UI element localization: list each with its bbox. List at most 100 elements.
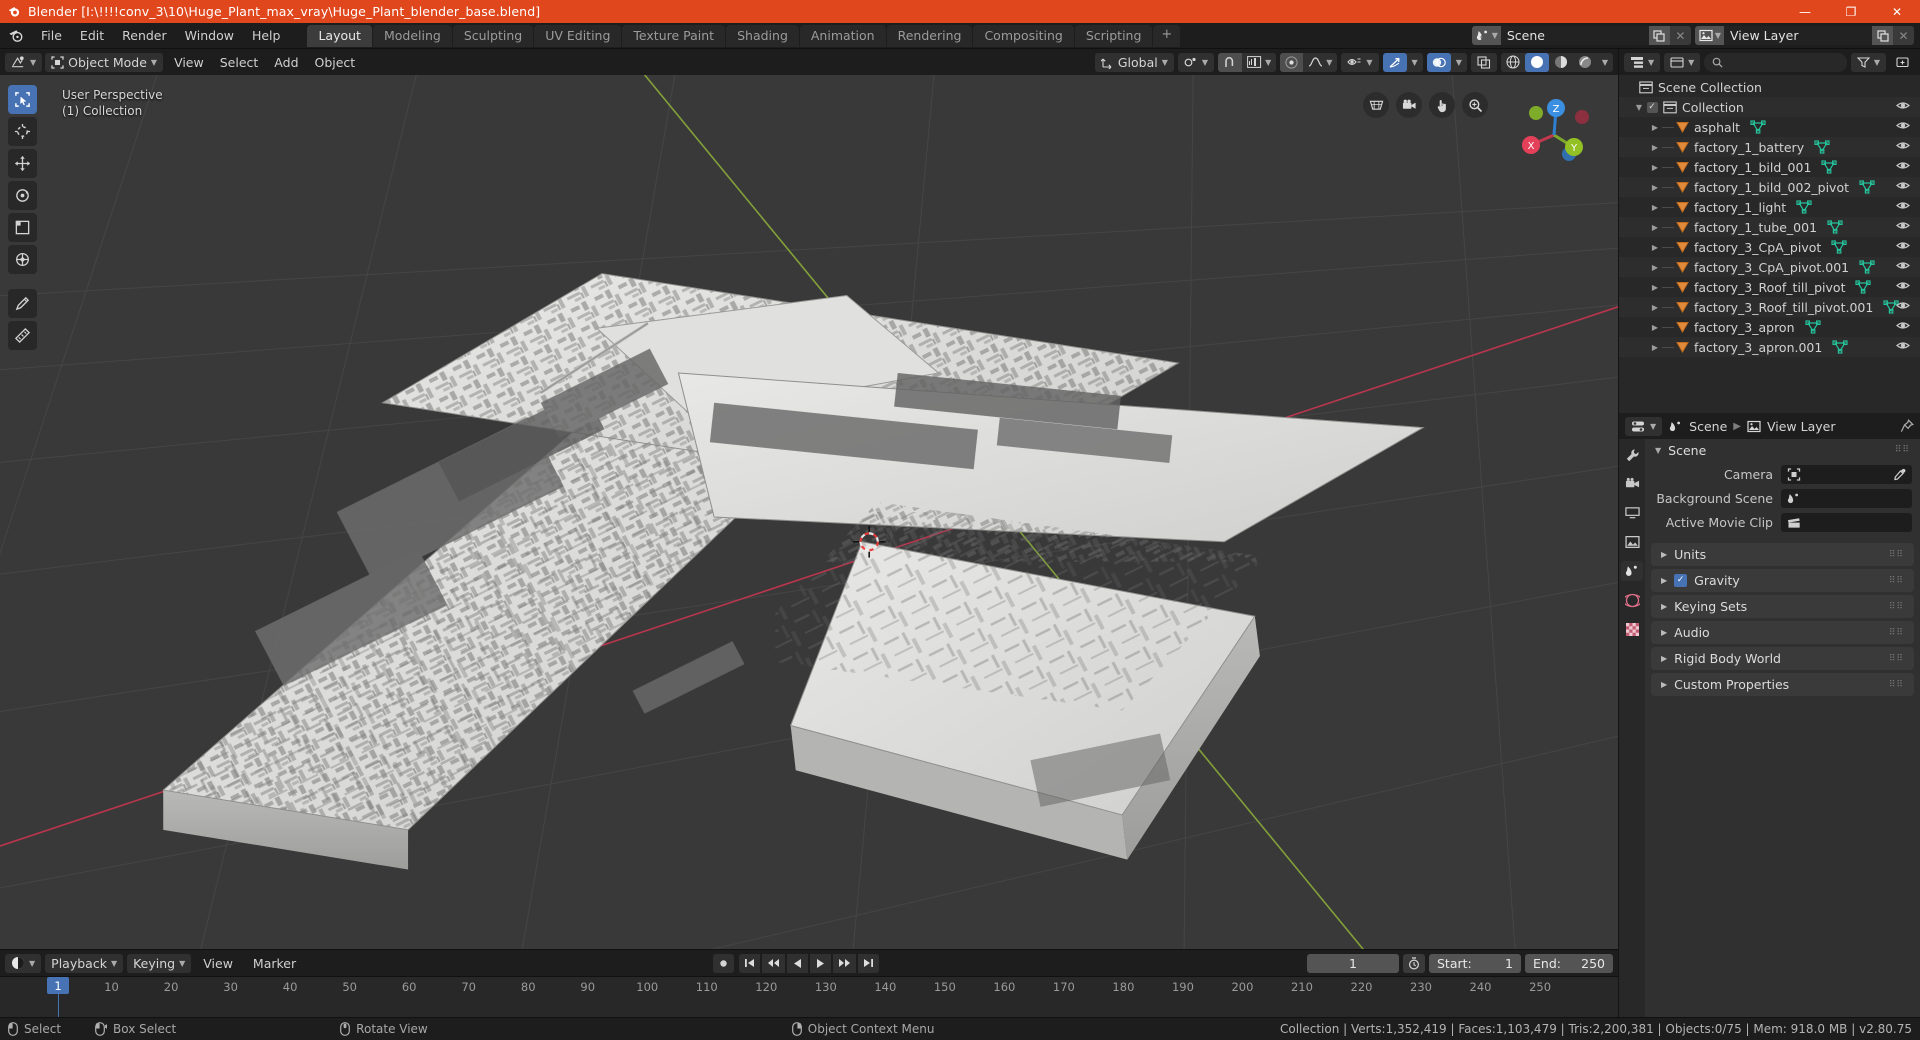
outliner-editor-type-selector[interactable]: ▼ — [1624, 52, 1661, 72]
outliner-row-object[interactable]: ▶ factory_3_Roof_till_pivot.001 — [1619, 297, 1920, 317]
current-frame-field[interactable]: 1 — [1307, 953, 1399, 973]
property-section-header[interactable]: ▶ ✓ Gravity ⠿⠿ — [1651, 569, 1914, 592]
disclosure-triangle-icon[interactable]: ▶ — [1661, 628, 1667, 637]
add-workspace-button[interactable]: + — [1153, 24, 1181, 47]
show-overlays-toggle[interactable] — [1426, 52, 1451, 72]
outliner-display-mode-selector[interactable]: ▼ — [1664, 52, 1701, 72]
blender-logo-icon[interactable] — [6, 27, 26, 45]
workspace-tab-modeling[interactable]: Modeling — [372, 24, 452, 47]
xray-toggle-button[interactable] — [1470, 52, 1497, 72]
disclosure-triangle-icon[interactable]: ▼ — [1633, 103, 1645, 112]
visibility-eye-icon[interactable] — [1896, 160, 1910, 171]
breadcrumb-scene-label[interactable]: Scene — [1689, 419, 1727, 434]
outliner-row-object[interactable]: ▶ factory_1_light — [1619, 197, 1920, 217]
pin-id-button[interactable] — [1900, 419, 1914, 433]
properties-tab-scene[interactable] — [1621, 561, 1643, 581]
disclosure-triangle-icon[interactable]: ▶ — [1649, 263, 1661, 272]
mesh-data-icon[interactable] — [1804, 320, 1822, 334]
disclosure-triangle-icon[interactable]: ▶ — [1661, 602, 1667, 611]
properties-tab-texture[interactable] — [1621, 619, 1643, 639]
interaction-mode-selector[interactable]: Object Mode ▼ — [45, 52, 164, 72]
shading-options-selector[interactable]: ▼ — [1597, 53, 1613, 72]
shading-rendered-button[interactable] — [1573, 53, 1597, 72]
visibility-eye-icon[interactable] — [1896, 300, 1910, 311]
workspace-tab-shading[interactable]: Shading — [726, 24, 799, 47]
timeline-menu-marker[interactable]: Marker — [245, 954, 304, 973]
pivot-point-selector[interactable]: ▼ — [1177, 52, 1215, 72]
visibility-eye-icon[interactable] — [1896, 180, 1910, 191]
3d-viewport[interactable]: User Perspective (1) Collection X Y Z — [0, 75, 1618, 949]
disclosure-triangle-icon[interactable]: ▶ — [1649, 123, 1661, 132]
snap-target-selector[interactable]: ▼ — [1242, 53, 1276, 72]
disclosure-triangle-icon[interactable]: ▶ — [1649, 203, 1661, 212]
mesh-data-icon[interactable] — [1859, 180, 1876, 194]
visibility-eye-icon[interactable] — [1896, 100, 1910, 111]
shading-solid-button[interactable] — [1524, 52, 1549, 72]
outliner-search-input[interactable] — [1704, 52, 1847, 72]
outliner-row-object[interactable]: ▶ asphalt — [1619, 117, 1920, 137]
breadcrumb-view-layer-label[interactable]: View Layer — [1767, 419, 1836, 434]
editor-type-selector[interactable]: ▼ — [5, 52, 43, 72]
viewport-menu-select[interactable]: Select — [212, 53, 267, 72]
disclosure-triangle-icon[interactable]: ▶ — [1649, 143, 1661, 152]
visibility-eye-icon[interactable] — [1896, 320, 1910, 331]
timeline-menu-playback[interactable]: Playback ▼ — [45, 953, 124, 973]
shading-wireframe-button[interactable] — [1501, 53, 1525, 72]
property-section-header[interactable]: ▶ Custom Properties ⠿⠿ — [1651, 673, 1914, 696]
workspace-tab-texture-paint[interactable]: Texture Paint — [622, 24, 726, 47]
jump-to-end-button[interactable] — [858, 953, 879, 973]
properties-tab-view-layer[interactable] — [1621, 532, 1643, 552]
property-section-header[interactable]: ▶ Units ⠿⠿ — [1651, 543, 1914, 566]
gizmo-options-selector[interactable]: ▼ — [1407, 53, 1423, 72]
auto-keyframe-icon[interactable] — [1403, 953, 1425, 973]
scene-unlink-button[interactable]: ✕ — [1669, 26, 1691, 45]
visibility-eye-icon[interactable] — [1896, 280, 1910, 291]
outliner-row-object[interactable]: ▶ factory_3_apron.001 — [1619, 337, 1920, 357]
property-section-header[interactable]: ▶ Audio ⠿⠿ — [1651, 621, 1914, 644]
eyedropper-icon[interactable] — [1893, 468, 1906, 481]
view-layer-remove-button[interactable]: ✕ — [1893, 26, 1914, 45]
snap-toggle-button[interactable] — [1218, 52, 1243, 72]
visibility-eye-icon[interactable] — [1896, 260, 1910, 271]
shading-material-preview-button[interactable] — [1549, 53, 1573, 72]
view-layer-icon[interactable]: ▼ — [1694, 26, 1724, 45]
timeline-menu-view[interactable]: View — [195, 954, 241, 973]
outliner-row-scene-collection[interactable]: Scene Collection — [1619, 77, 1920, 97]
disclosure-triangle-icon[interactable]: ▶ — [1661, 680, 1667, 689]
visibility-eye-icon[interactable] — [1896, 220, 1910, 231]
property-section-header[interactable]: ▶ Rigid Body World ⠿⠿ — [1651, 647, 1914, 670]
menu-help[interactable]: Help — [243, 26, 290, 45]
visibility-eye-icon[interactable] — [1896, 240, 1910, 251]
outliner-row-object[interactable]: ▶ factory_3_apron — [1619, 317, 1920, 337]
maximize-button[interactable]: ❐ — [1828, 0, 1874, 23]
tool-annotate-icon[interactable] — [8, 289, 37, 318]
mesh-data-icon[interactable] — [1814, 140, 1831, 154]
play-reverse-button[interactable] — [787, 953, 808, 973]
outliner-tree[interactable]: Scene Collection ▼ ✓ Collection ▶ asphalt ▶ fac… — [1619, 75, 1920, 413]
pan-view-icon[interactable] — [1429, 92, 1455, 118]
mesh-data-icon[interactable] — [1832, 340, 1849, 354]
jump-to-start-button[interactable] — [739, 953, 760, 973]
mesh-data-icon[interactable] — [1796, 200, 1813, 214]
workspace-tab-rendering[interactable]: Rendering — [886, 24, 973, 47]
menu-render[interactable]: Render — [113, 26, 176, 45]
scene-selector[interactable]: ▼ Scene ✕ — [1471, 26, 1691, 45]
outliner-row-object[interactable]: ▶ factory_3_CpA_pivot — [1619, 237, 1920, 257]
scene-new-copy-icon[interactable] — [1648, 26, 1670, 45]
workspace-tab-scripting[interactable]: Scripting — [1074, 24, 1153, 47]
properties-editor-type-selector[interactable]: ▼ — [1625, 416, 1663, 436]
tool-measure-icon[interactable] — [8, 321, 37, 350]
properties-tab-world[interactable] — [1621, 590, 1643, 610]
scene-name-field[interactable]: Scene — [1500, 26, 1649, 45]
workspace-tab-layout[interactable]: Layout — [307, 24, 372, 47]
mesh-data-icon[interactable] — [1821, 160, 1838, 174]
tool-cursor-icon[interactable] — [8, 117, 37, 146]
properties-tab-tool[interactable] — [1621, 445, 1643, 465]
tool-move-icon[interactable] — [8, 149, 37, 178]
outliner-row-object[interactable]: ▶ factory_1_tube_001 — [1619, 217, 1920, 237]
timeline-current-frame-indicator[interactable]: 1 — [47, 977, 69, 994]
workspace-tab-animation[interactable]: Animation — [799, 24, 886, 47]
visibility-eye-icon[interactable] — [1896, 140, 1910, 151]
workspace-tab-sculpting[interactable]: Sculpting — [452, 24, 534, 47]
outliner-row-object[interactable]: ▶ factory_3_Roof_till_pivot — [1619, 277, 1920, 297]
